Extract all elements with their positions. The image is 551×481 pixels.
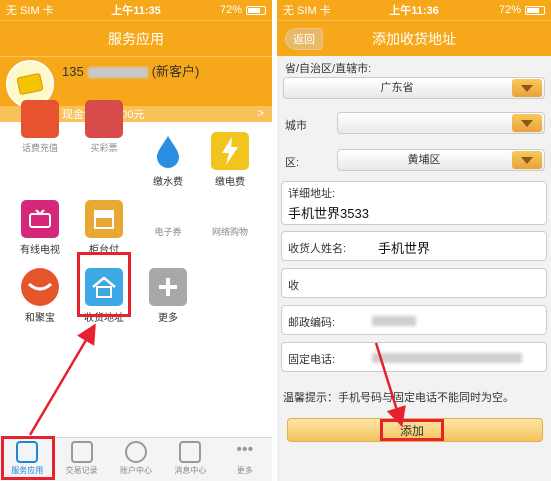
status-bar: 无 SIM 卡 上午11:35 72% xyxy=(0,0,272,20)
account-phone: 135 (新客户) xyxy=(62,64,200,79)
tile-electricity[interactable]: 缴电费 xyxy=(198,132,262,188)
tv-icon xyxy=(21,200,59,238)
address-value: 手机世界3533 xyxy=(288,206,369,221)
right-screen: 无 SIM 卡 上午11:36 72% 返回 添加收货地址 省/自治区/直辖市:… xyxy=(277,0,551,481)
nav-bar: 服务应用 xyxy=(0,20,272,56)
wallet-icon xyxy=(16,72,44,96)
account-header[interactable]: 135 (新客户) xyxy=(0,56,272,108)
account-center-icon xyxy=(125,441,148,463)
tab-message-center[interactable]: 消息中心 xyxy=(163,438,217,481)
page-title: 服务应用 xyxy=(108,30,164,47)
counter-pay-icon xyxy=(85,200,123,238)
add-button[interactable]: 添加 xyxy=(287,418,543,442)
hint-text: 温馨提示：手机号码与固定电话不能同时为空。 xyxy=(283,392,514,404)
lightning-icon xyxy=(211,132,249,170)
more-dots-icon: ••• xyxy=(236,441,254,458)
city-select[interactable] xyxy=(337,112,545,134)
tab-account-center[interactable]: 账户中心 xyxy=(109,438,163,481)
tile-cable-tv[interactable]: 有线电视 xyxy=(8,200,72,256)
clock: 上午11:36 xyxy=(389,5,439,17)
chevron-right-icon: > xyxy=(256,106,264,120)
water-drop-icon xyxy=(149,132,187,170)
recipient-name-value: 手机世界 xyxy=(378,241,431,256)
tile-lottery[interactable]: 买彩票 xyxy=(72,100,136,154)
recipient-name-field[interactable]: 收货人姓名: 手机世界 xyxy=(281,231,547,261)
masked-landline xyxy=(372,353,522,363)
address-tile-highlight xyxy=(77,252,131,317)
service-grid: 话费充值 买彩票 缴水费 缴电费 有线电视 柜台付 电子券 网络购物 和聚宝 收… xyxy=(0,100,272,442)
tile-hejubao[interactable]: 和聚宝 xyxy=(8,268,72,324)
tab-transactions[interactable]: 交易记录 xyxy=(54,438,108,481)
landline-field[interactable]: 固定电话: xyxy=(281,342,547,372)
tile-phone-topup[interactable]: 话费充值 xyxy=(8,100,72,154)
district-select[interactable]: 黄埔区 xyxy=(337,149,545,171)
nav-bar: 返回 添加收货地址 xyxy=(277,20,551,56)
chevron-down-icon xyxy=(512,114,542,132)
masked-number xyxy=(87,67,148,79)
province-label: 省/自治区/直辖市: xyxy=(285,63,372,75)
battery-icon xyxy=(525,5,545,15)
postcode-field[interactable]: 邮政编码: xyxy=(281,305,547,335)
message-center-icon xyxy=(179,441,202,463)
province-select[interactable]: 广东省 xyxy=(283,77,545,99)
city-label: 城市 xyxy=(285,120,307,132)
status-bar: 无 SIM 卡 上午11:36 72% xyxy=(277,0,551,20)
tile-water[interactable]: 缴水费 xyxy=(136,132,200,188)
tile-counter-pay[interactable]: 柜台付 xyxy=(72,200,136,256)
transaction-record-icon xyxy=(70,441,93,463)
address-form: 省/自治区/直辖市: 广东省 城市 区: 黄埔区 详细地址: 手机世界3533 … xyxy=(277,56,551,481)
add-button-label: 添加 xyxy=(380,419,444,441)
service-tab-highlight xyxy=(1,436,55,480)
battery-icon xyxy=(246,5,266,15)
hejubao-icon xyxy=(21,268,59,306)
clock: 上午11:35 xyxy=(111,5,161,17)
tile-shopping[interactable]: 网络购物 xyxy=(198,222,262,238)
left-screen: 无 SIM 卡 上午11:35 72% 服务应用 135(新客户) 现金余额: … xyxy=(0,0,272,481)
customer-tag: (新客户) xyxy=(151,64,200,79)
page-title: 添加收货地址 xyxy=(372,30,456,47)
chevron-down-icon xyxy=(512,151,542,169)
plus-icon xyxy=(149,268,187,306)
tile-more[interactable]: 更多 xyxy=(136,268,200,324)
phone-topup-icon xyxy=(21,100,59,138)
district-label: 区: xyxy=(285,157,300,169)
address-field[interactable]: 详细地址: 手机世界3533 xyxy=(281,181,547,225)
tile-coupon[interactable]: 电子券 xyxy=(136,222,200,238)
back-button[interactable]: 返回 xyxy=(285,28,323,50)
lottery-icon xyxy=(85,100,123,138)
masked-postcode xyxy=(372,316,416,326)
chevron-down-icon xyxy=(512,79,542,97)
mobile-field[interactable]: 收 xyxy=(281,268,547,298)
tab-more[interactable]: ••• 更多 xyxy=(218,438,272,481)
